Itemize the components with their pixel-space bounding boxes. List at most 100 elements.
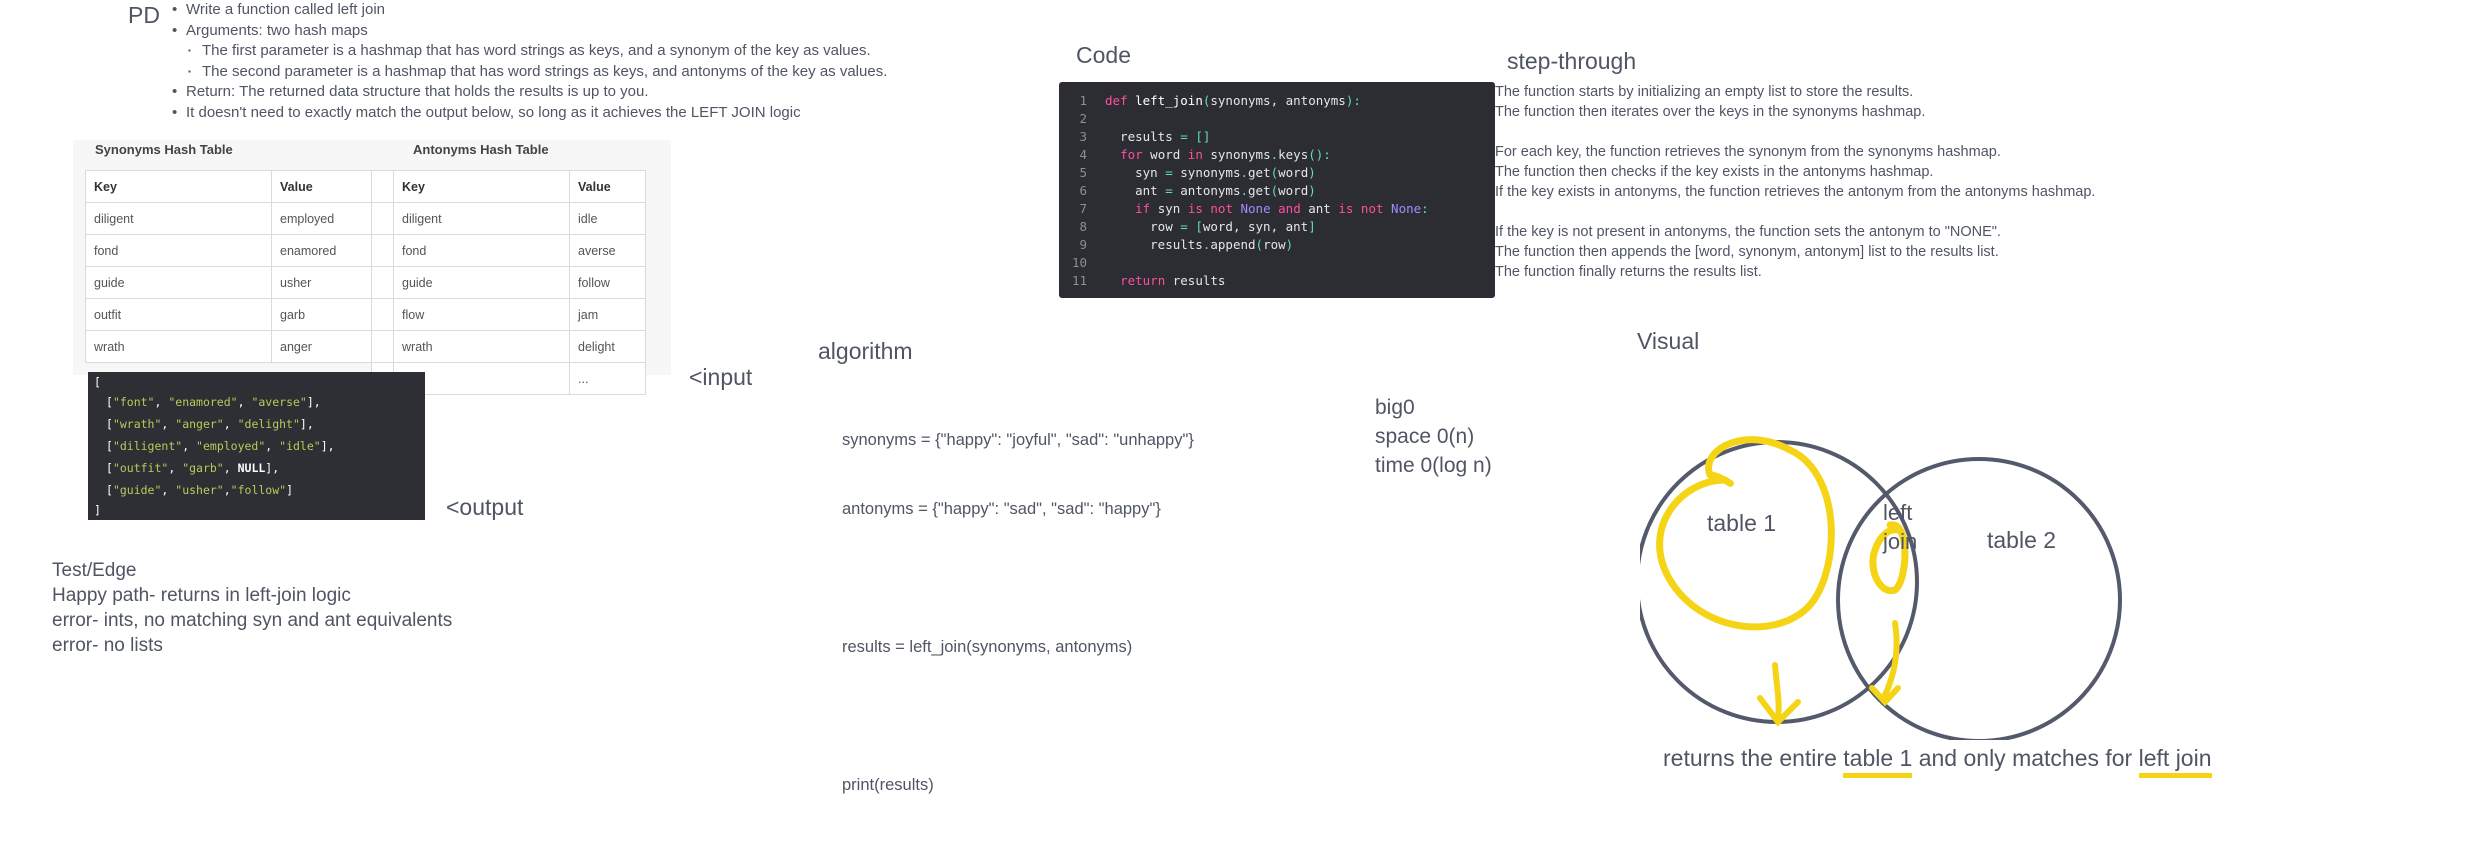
table-row: diligent idle: [371, 202, 646, 235]
time-complexity: time 0(log n): [1375, 454, 1492, 477]
table-cell: jam: [569, 298, 646, 331]
table-row: outfit garb: [85, 298, 372, 331]
pd-bullet-list: Write a function called left join Argume…: [172, 0, 1072, 123]
pd-subitem: The first parameter is a hashmap that ha…: [188, 41, 1072, 62]
hash-tables-image: Synonyms Hash Table Antonyms Hash Table …: [73, 140, 671, 395]
table-row: fond enamored: [85, 234, 372, 267]
test-edge-block: Test/Edge Happy path- returns in left-jo…: [52, 558, 452, 658]
step-line: For each key, the function retrieves the…: [1495, 144, 2001, 160]
test-edge-title: Test/Edge: [52, 560, 137, 581]
table-cell: employed: [271, 202, 372, 235]
table-cell: enamored: [271, 234, 372, 267]
pd-subitem: The second parameter is a hashmap that h…: [188, 62, 1072, 83]
output-note: <output: [446, 494, 524, 520]
caption-left-join: left join: [2138, 745, 2212, 778]
table-row: wrath delight: [371, 330, 646, 363]
table-cell: guide: [85, 266, 272, 299]
synonyms-table: Key Value diligent employed fond enamored …: [85, 170, 372, 363]
step-line: The function starts by initializing an e…: [1495, 84, 1914, 100]
big-o-block: big0 space 0(n) time 0(log n): [1375, 393, 1492, 480]
output-row: ["diligent", "employed", "idle"],: [106, 439, 335, 453]
table-cell: diligent: [85, 202, 272, 235]
table-cell: averse: [569, 234, 646, 267]
table-cell: garb: [271, 298, 372, 331]
step-line: The function finally returns the results…: [1495, 264, 1762, 280]
algorithm-title: algorithm: [818, 338, 913, 364]
table-cell: idle: [569, 202, 646, 235]
table-cell: fond: [85, 234, 272, 267]
visual-title: Visual: [1637, 328, 1700, 354]
output-open-bracket: [: [94, 375, 101, 389]
table-header: Key: [393, 170, 570, 203]
algorithm-line: print(results): [842, 776, 934, 794]
left-join-label-line1: left: [1883, 500, 1913, 525]
step-line: [1495, 202, 2095, 222]
visual-caption: returns the entire table 1 and only matc…: [1663, 745, 2212, 778]
algorithm-line: results = left_join(synonyms, antonyms): [842, 638, 1133, 656]
table-row: diligent employed: [85, 202, 372, 235]
table-row: guide follow: [371, 266, 646, 299]
table-header: Key: [85, 170, 272, 203]
output-row: ["wrath", "anger", "delight"],: [106, 417, 314, 431]
pd-item: It doesn't need to exactly match the out…: [172, 103, 1072, 124]
table-cell: outfit: [85, 298, 272, 331]
algorithm-line: [842, 567, 1194, 590]
table-row: flow jam: [371, 298, 646, 331]
step-line: If the key exists in antonyms, the funct…: [1495, 184, 2096, 200]
space-complexity: space 0(n): [1375, 425, 1475, 448]
pd-item: Return: The returned data structure that…: [172, 82, 1072, 103]
antonyms-table: Key Value diligent idle fond averse guide f…: [371, 170, 646, 395]
pd-label: PD: [128, 2, 160, 28]
step-line: The function then iterates over the keys…: [1495, 104, 1926, 120]
venn-diagram: table 1 left join table 2: [1635, 380, 2160, 743]
table-header: Value: [271, 170, 372, 203]
code-title: Code: [1076, 42, 1131, 68]
table-row: fond averse: [371, 234, 646, 267]
table2-label: table 2: [1987, 527, 2057, 553]
table-header: Value: [569, 170, 646, 203]
table-cell: guide: [393, 266, 570, 299]
output-row: ["guide", "usher","follow"]: [106, 483, 293, 497]
step-line: [1495, 122, 2095, 142]
table1-arrow: [1757, 662, 1801, 727]
step-through-lines: The function starts by initializing an e…: [1495, 82, 2095, 282]
left-join-label-line2: join: [1883, 529, 1918, 554]
table-cell: usher: [271, 266, 372, 299]
code-lines: def left_join(synonyms, antonyms): resul…: [1105, 93, 1429, 288]
join-arrow: [1869, 620, 1901, 707]
table-cell: wrath: [85, 330, 272, 363]
table1-label: table 1: [1707, 510, 1777, 536]
table-cell: fond: [393, 234, 570, 267]
step-line: The function then checks if the key exis…: [1495, 164, 1934, 180]
input-note: <input: [689, 364, 753, 390]
test-edge-line: error- no lists: [52, 635, 163, 656]
output-row: ["outfit", "garb", NULL],: [106, 461, 280, 475]
line-numbers: 1 2 3 4 5 6 7 8 9 10 11: [1071, 93, 1087, 288]
big-o-title: big0: [1375, 396, 1415, 419]
caption-part: returns the entire: [1663, 745, 1844, 771]
pd-item: Arguments: two hash maps: [172, 21, 1072, 42]
table-cell: ...: [569, 362, 646, 395]
antonyms-table-title: Antonyms Hash Table: [413, 142, 549, 157]
table-cell: follow: [569, 266, 646, 299]
step-line: The function then appends the [word, syn…: [1495, 244, 1999, 260]
step-line: If the key is not present in antonyms, t…: [1495, 224, 2001, 240]
test-edge-line: error- ints, no matching syn and ant equ…: [52, 610, 453, 631]
algorithm-lines: synonyms = {"happy": "joyful", "sad": "u…: [842, 383, 1194, 820]
code-editor: 1 2 3 4 5 6 7 8 9 10 11 def left_join(synonyms, an…: [1059, 82, 1495, 298]
caption-table1: table 1: [1843, 745, 1913, 778]
step-through-title: step-through: [1507, 48, 1637, 74]
table-row: guide usher: [85, 266, 372, 299]
caption-part: and only matches for: [1912, 745, 2139, 771]
output-code-block: [ ["font", "enamored", "averse"], ["wrat…: [88, 372, 425, 520]
table-cell: delight: [569, 330, 646, 363]
table-cell: diligent: [393, 202, 570, 235]
table-cell: wrath: [393, 330, 570, 363]
output-row: ["font", "enamored", "averse"],: [106, 395, 321, 409]
pd-item: Write a function called left join: [172, 0, 1072, 21]
table-row: wrath anger: [85, 330, 372, 363]
table-cell: flow: [393, 298, 570, 331]
synonyms-table-title: Synonyms Hash Table: [95, 142, 233, 157]
algorithm-line: antonyms = {"happy": "sad", "sad": "happ…: [842, 500, 1161, 518]
test-edge-line: Happy path- returns in left-join logic: [52, 585, 351, 606]
